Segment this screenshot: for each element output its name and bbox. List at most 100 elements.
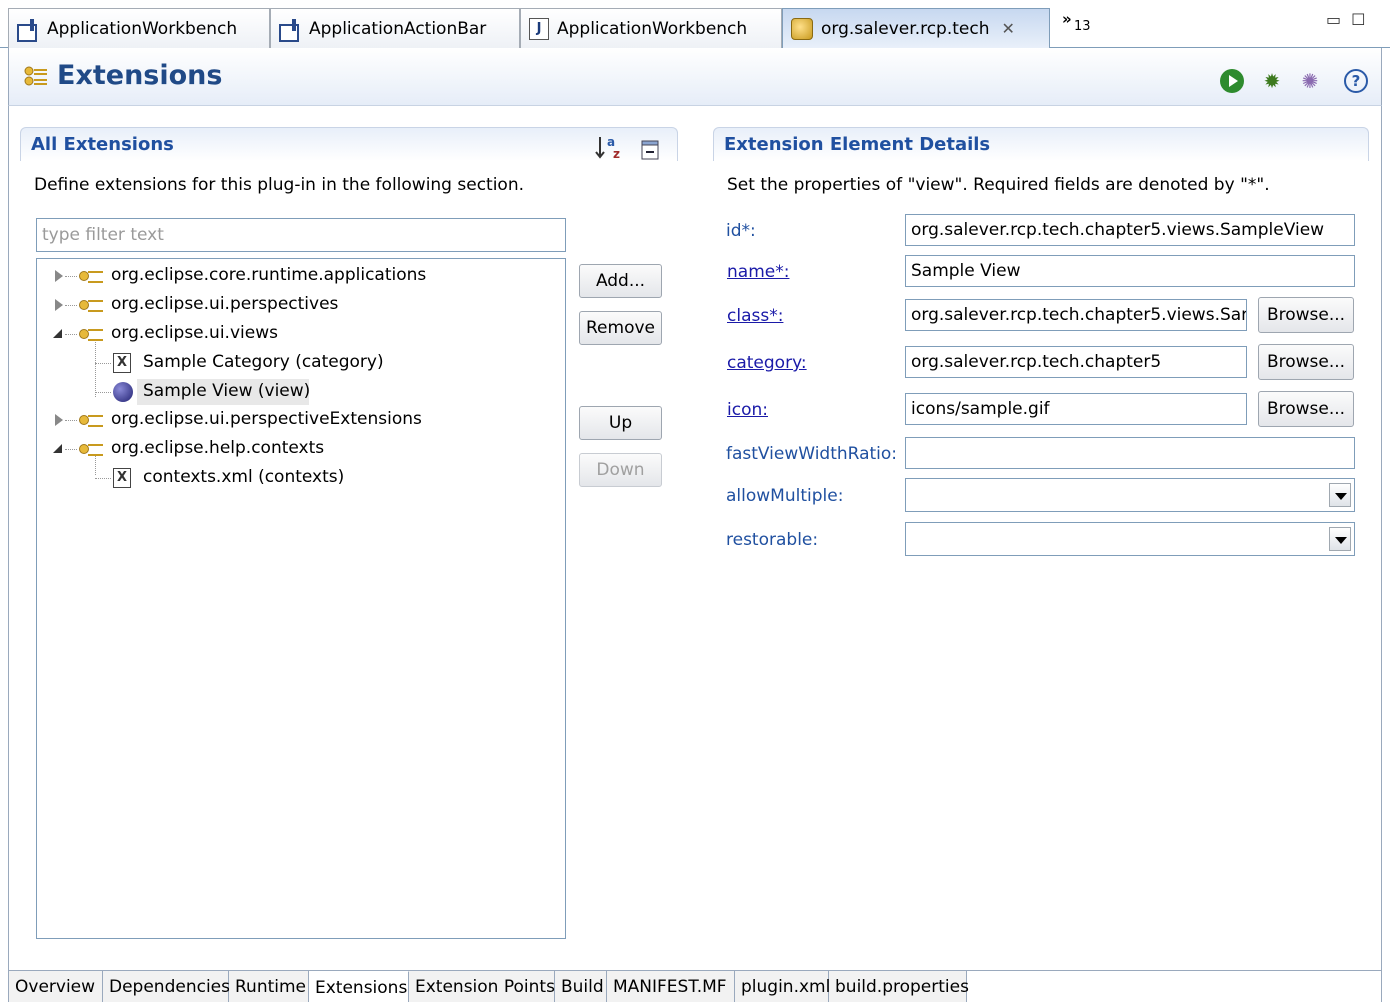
help-icon[interactable]: ? xyxy=(1343,68,1369,94)
tree-item-label: contexts.xml (contexts) xyxy=(143,467,345,487)
details-description: Set the properties of "view". Required f… xyxy=(727,175,1270,195)
tab-runtime[interactable]: Runtime xyxy=(229,971,309,1002)
view-icon xyxy=(113,382,133,402)
tab-overview[interactable]: Overview xyxy=(9,971,103,1002)
chevron-down-icon[interactable] xyxy=(1329,483,1351,507)
class-file-icon xyxy=(279,18,301,42)
editor-tab-org-salever-rcp-tech[interactable]: org.salever.rcp.tech ✕ xyxy=(782,8,1050,48)
tree-item-sample-view[interactable]: Sample View (view) xyxy=(37,379,565,405)
java-file-icon: J xyxy=(529,17,549,40)
editor-tab-label: ApplicationWorkbench xyxy=(557,18,748,39)
category-field[interactable]: org.salever.rcp.tech.chapter5 xyxy=(905,346,1247,378)
all-extensions-description: Define extensions for this plug-in in th… xyxy=(34,175,525,195)
class-file-icon xyxy=(17,18,39,42)
window-controls: ▭☐ xyxy=(1326,10,1375,29)
expand-toggle-icon[interactable] xyxy=(55,414,65,426)
page-title: Extensions xyxy=(57,60,223,91)
maximize-icon[interactable]: ☐ xyxy=(1351,10,1375,29)
collapse-all-icon[interactable] xyxy=(639,140,661,162)
editor-tab-application-action-bar[interactable]: ApplicationActionBar xyxy=(270,8,520,48)
restorable-combo[interactable] xyxy=(905,522,1355,556)
tree-item-ui-perspectives[interactable]: org.eclipse.ui.perspectives xyxy=(37,292,565,318)
close-icon[interactable]: ✕ xyxy=(1002,19,1015,38)
svg-text:z: z xyxy=(613,147,620,160)
profile-icon[interactable]: ✺ xyxy=(1297,68,1323,94)
class-field[interactable]: org.salever.rcp.tech.chapter5.views.Sar xyxy=(905,299,1247,331)
extension-icon xyxy=(79,413,105,427)
tree-item-ui-views[interactable]: org.eclipse.ui.views xyxy=(37,321,565,347)
extension-icon xyxy=(79,298,105,312)
tree-item-sample-category[interactable]: X Sample Category (category) xyxy=(37,350,565,376)
editor-tab-label: ApplicationWorkbench xyxy=(47,18,238,39)
chevron-down-icon[interactable] xyxy=(1329,527,1351,551)
tab-build-properties[interactable]: build.properties xyxy=(829,971,969,1002)
editor-tab-label: ApplicationActionBar xyxy=(309,18,487,39)
fast-view-width-ratio-field[interactable] xyxy=(905,437,1355,469)
add-button[interactable]: Add... xyxy=(579,264,662,298)
name-label-link[interactable]: name*: xyxy=(727,262,789,282)
icon-field[interactable]: icons/sample.gif xyxy=(905,393,1247,425)
filter-input[interactable] xyxy=(36,218,566,252)
tab-manifest-mf[interactable]: MANIFEST.MF xyxy=(607,971,735,1002)
id-label: id*: xyxy=(726,221,756,241)
tree-item-contexts-xml[interactable]: X contexts.xml (contexts) xyxy=(37,465,565,491)
debug-icon[interactable]: ✹ xyxy=(1259,68,1285,94)
xml-element-icon: X xyxy=(113,468,131,488)
editor-tab-strip: ApplicationWorkbench ApplicationActionBa… xyxy=(0,0,1390,48)
collapse-toggle-icon[interactable] xyxy=(53,442,63,454)
collapse-toggle-icon[interactable] xyxy=(53,327,63,339)
minimize-icon[interactable]: ▭ xyxy=(1326,10,1351,29)
tree-item-label: Sample View (view) xyxy=(143,381,311,401)
tree-item-ui-perspective-extensions[interactable]: org.eclipse.ui.perspectiveExtensions xyxy=(37,407,565,433)
icon-browse-button[interactable]: Browse... xyxy=(1258,391,1354,427)
icon-label-link[interactable]: icon: xyxy=(727,400,768,420)
tab-extensions[interactable]: Extensions xyxy=(309,971,409,1002)
extensions-icon xyxy=(24,66,47,86)
page-tab-bar: Overview Dependencies Runtime Extensions… xyxy=(8,970,1382,1002)
class-browse-button[interactable]: Browse... xyxy=(1258,297,1354,333)
extension-icon xyxy=(79,327,105,341)
category-label-link[interactable]: category: xyxy=(727,353,807,373)
tree-item-label: org.eclipse.help.contexts xyxy=(111,438,325,458)
expand-toggle-icon[interactable] xyxy=(55,299,65,311)
section-title: All Extensions xyxy=(31,134,174,155)
tree-item-label: org.eclipse.ui.views xyxy=(111,323,278,343)
plugin-manifest-icon xyxy=(791,17,813,40)
tree-item-label: Sample Category (category) xyxy=(143,352,384,372)
tree-item-help-contexts[interactable]: org.eclipse.help.contexts xyxy=(37,436,565,462)
tab-plugin-xml[interactable]: plugin.xml xyxy=(735,971,830,1002)
restorable-label: restorable: xyxy=(726,530,819,550)
allow-multiple-combo[interactable] xyxy=(905,478,1355,512)
down-button[interactable]: Down xyxy=(579,453,662,487)
all-extensions-section-header: All Extensions a z xyxy=(20,127,678,161)
allow-multiple-label: allowMultiple: xyxy=(726,486,844,506)
tab-overflow-chevron[interactable]: » xyxy=(1062,10,1072,28)
tab-build[interactable]: Build xyxy=(555,971,607,1002)
tab-overflow-count: 13 xyxy=(1074,19,1091,34)
editor-tab-application-workbench-java[interactable]: J ApplicationWorkbench xyxy=(520,8,782,48)
tab-extension-points[interactable]: Extension Points xyxy=(409,971,555,1002)
category-browse-button[interactable]: Browse... xyxy=(1258,344,1354,380)
fast-view-width-ratio-label: fastViewWidthRatio: xyxy=(726,444,898,464)
tree-item-label: org.eclipse.ui.perspectives xyxy=(111,294,339,314)
extension-icon xyxy=(79,269,105,283)
run-icon[interactable] xyxy=(1219,68,1245,94)
extensions-tree[interactable]: org.eclipse.core.runtime.applications or… xyxy=(36,258,566,939)
id-field[interactable]: org.salever.rcp.tech.chapter5.views.Samp… xyxy=(905,214,1355,246)
section-title: Extension Element Details xyxy=(724,134,991,155)
up-button[interactable]: Up xyxy=(579,406,662,440)
tree-item-label: org.eclipse.ui.perspectiveExtensions xyxy=(111,409,422,429)
name-field[interactable]: Sample View xyxy=(905,255,1355,287)
form-header: Extensions ✹ ✺ ? xyxy=(8,48,1382,106)
xml-element-icon: X xyxy=(113,353,131,373)
tree-item-core-runtime-applications[interactable]: org.eclipse.core.runtime.applications xyxy=(37,263,565,289)
tab-dependencies[interactable]: Dependencies xyxy=(103,971,230,1002)
editor-tab-application-workbench-class[interactable]: ApplicationWorkbench xyxy=(8,8,270,48)
sort-alphabetically-icon[interactable]: a z xyxy=(595,134,625,160)
remove-button[interactable]: Remove xyxy=(579,311,662,345)
expand-toggle-icon[interactable] xyxy=(55,270,65,282)
class-label-link[interactable]: class*: xyxy=(727,306,783,326)
editor-tab-label: org.salever.rcp.tech xyxy=(821,18,990,39)
tree-item-label: org.eclipse.core.runtime.applications xyxy=(111,265,427,285)
details-section-header: Extension Element Details xyxy=(713,127,1369,161)
